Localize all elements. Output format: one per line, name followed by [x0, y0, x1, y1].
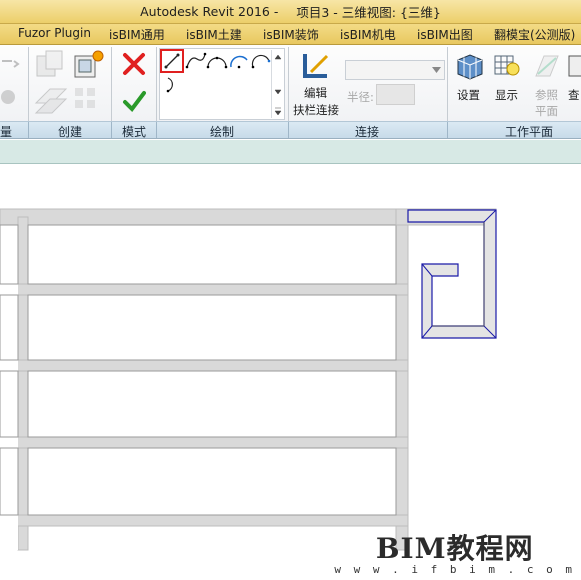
tab-isbim-mep[interactable]: isBIM机电	[340, 26, 396, 43]
draw-line-icon[interactable]	[160, 49, 184, 73]
join-type-dropdown[interactable]	[345, 60, 445, 80]
panel-label-mode: 模式	[122, 125, 147, 139]
drawing-canvas[interactable]: BIM教程网 w w w . i f b i m . c o m	[0, 165, 581, 580]
document-title: 项目3 - 三维视图: {三维}	[296, 5, 441, 20]
center-ends-arc-icon[interactable]	[228, 51, 250, 71]
panel-label-measure: 量	[0, 125, 13, 139]
title-bar: Autodesk Revit 2016 - 项目3 - 三维视图: {三维}	[0, 0, 581, 24]
tab-isbim-general[interactable]: isBIM通用	[109, 26, 165, 43]
reference-plane-label-2: 平面	[535, 104, 558, 118]
tab-fuzor-plugin[interactable]: Fuzor Plugin	[18, 26, 91, 40]
options-bar	[0, 140, 581, 164]
measure-icon[interactable]	[0, 53, 24, 113]
show-work-plane-label[interactable]: 显示	[495, 87, 518, 103]
radius-label: 半径:	[347, 90, 374, 104]
reference-plane-icon[interactable]	[532, 52, 562, 80]
tab-isbim-decoration[interactable]: isBIM装饰	[263, 26, 319, 43]
app-title: Autodesk Revit 2016 -	[140, 4, 279, 19]
panel-label-connect: 连接	[355, 125, 380, 139]
set-work-plane-icon[interactable]	[454, 52, 484, 80]
viewer-icon[interactable]	[568, 52, 581, 80]
edit-rail-joins-label-2: 扶栏连接	[293, 103, 339, 117]
tab-isbim-civil[interactable]: isBIM土建	[186, 26, 242, 43]
chevron-down-icon	[432, 67, 441, 73]
finish-edit-icon[interactable]	[122, 89, 146, 113]
watermark-title: BIM教程网	[375, 532, 534, 565]
panel-label-draw: 绘制	[210, 125, 235, 139]
edit-rail-joins-icon[interactable]	[301, 50, 333, 82]
watermark-url: w w w . i f b i m . c o m	[334, 563, 575, 576]
panel-label-work-plane: 工作平面	[505, 125, 554, 139]
edit-rail-joins-label[interactable]: 编辑	[304, 85, 327, 101]
model-group-icon[interactable]	[34, 85, 70, 119]
reference-plane-label: 参照	[535, 88, 558, 102]
viewer-label[interactable]: 查	[568, 87, 580, 103]
show-work-plane-icon[interactable]	[492, 52, 522, 80]
railing-sketch	[0, 208, 497, 551]
panel-label-create: 创建	[58, 125, 83, 139]
fillet-arc-icon[interactable]	[165, 75, 181, 95]
component-icon[interactable]	[34, 48, 66, 80]
tab-fanmobao[interactable]: 翻模宝(公测版)	[494, 26, 575, 43]
create-family-icon[interactable]	[72, 48, 106, 80]
place-group-icon[interactable]	[72, 85, 104, 119]
cancel-edit-icon[interactable]	[122, 52, 146, 76]
set-work-plane-label[interactable]: 设置	[457, 87, 480, 103]
selected-rail[interactable]	[407, 209, 497, 339]
panel-label-bar: 量 创建 模式 绘制 连接 工作平面	[0, 121, 581, 139]
tab-isbim-drawing[interactable]: isBIM出图	[417, 26, 473, 43]
watermark: BIM教程网 w w w . i f b i m . c o m	[334, 532, 575, 577]
start-end-arc-icon[interactable]	[206, 51, 228, 71]
radius-input[interactable]	[376, 84, 415, 105]
ribbon: 编辑 扶栏连接 半径: 设置 显示 参照 平面 查 量 创建 模式 绘制 连接 …	[0, 45, 581, 139]
tangent-arc-icon[interactable]	[250, 51, 272, 71]
ribbon-tabs: Fuzor Plugin isBIM通用 isBIM土建 isBIM装饰 isB…	[0, 24, 581, 45]
draw-spline-icon[interactable]	[185, 51, 207, 71]
gallery-scrollbar[interactable]	[271, 50, 284, 118]
